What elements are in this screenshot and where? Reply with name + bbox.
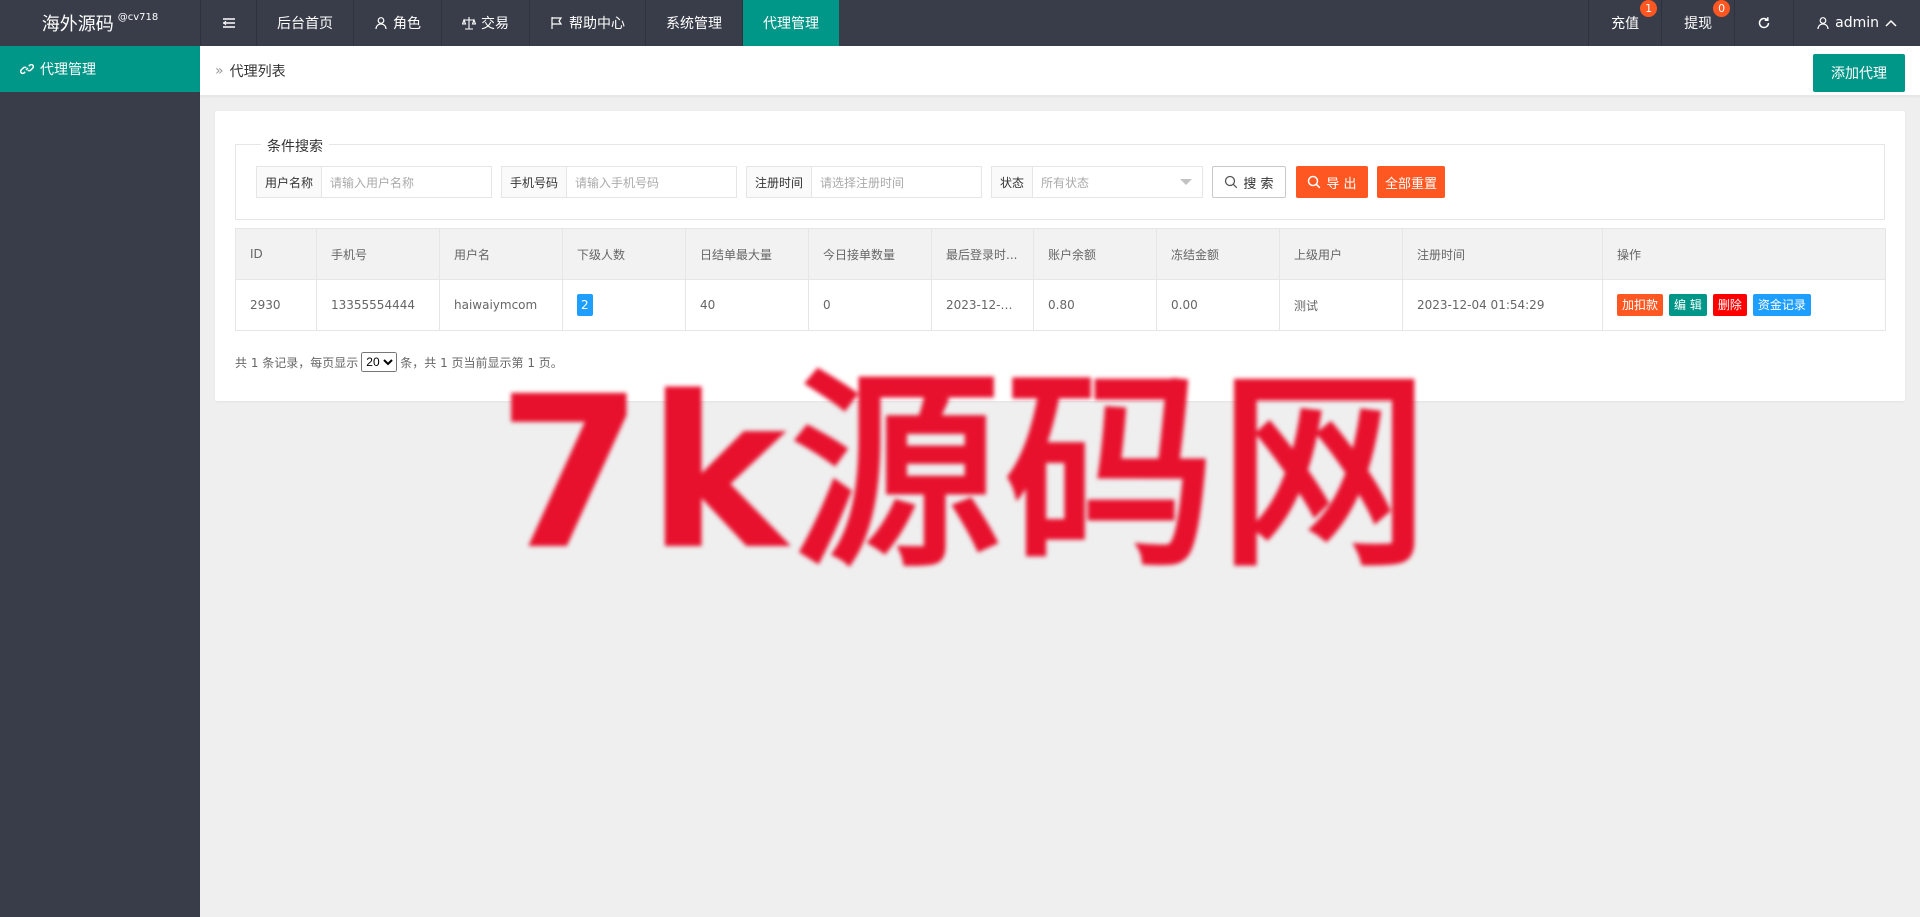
recharge-badge: 1 [1640,0,1658,17]
nav-home-label: 后台首页 [277,16,333,32]
username-field: 用户名称 请输入用户名称 [256,166,492,198]
nav-system-label: 系统管理 [666,16,722,32]
delete-button[interactable]: 删除 [1712,294,1747,316]
col-actions: 操作 [1602,228,1886,280]
user-name: admin [1835,15,1879,31]
user-icon [1816,16,1830,30]
cell-actions: 加扣款编 辑删除 资金记录 [1602,279,1886,331]
nav-trade-label: 交易 [481,16,509,32]
breadcrumb-separator: » [215,63,224,79]
link-icon [20,62,34,76]
chevron-down-icon [1180,179,1192,185]
status-label: 状态 [992,167,1034,197]
watermark: 7k源码网 [497,351,1433,596]
search-icon [1224,175,1238,189]
table-header-row: ID 手机号 用户名 下级人数 日结单最大量 今日接单数量 最后登录时... 账… [235,228,1886,280]
col-today-count: 今日接单数量 [808,228,932,280]
withdraw-label: 提现 [1684,16,1713,32]
cell-phone: 13355554444 [316,279,440,331]
nav-role[interactable]: 角色 [353,0,441,46]
breadcrumb-current[interactable]: 代理列表 [230,61,286,81]
top-header: 海外源码 @cv718 后台首页 角色 交易 帮助中心 系统管理 代理管理 充值… [0,0,1920,46]
pager-prefix: 共 1 条记录，每页显示 [235,355,359,370]
nav-system[interactable]: 系统管理 [645,0,742,46]
add-agent-button[interactable]: 添加代理 [1813,54,1905,92]
adjust-funds-button[interactable]: 加扣款 [1617,294,1664,316]
nav-role-label: 角色 [393,16,421,32]
refresh-icon [1757,16,1771,30]
search-icon [1307,175,1321,189]
phone-label: 手机号码 [502,167,568,197]
recharge-label: 充值 [1611,16,1640,32]
col-id: ID [235,228,317,280]
col-username: 用户名 [439,228,563,280]
nav-help[interactable]: 帮助中心 [529,0,645,46]
username-input[interactable]: 请输入用户名称 [322,167,491,197]
search-button-label: 搜 索 [1243,176,1274,192]
nav-agent-label: 代理管理 [763,16,819,32]
nav-help-label: 帮助中心 [569,16,625,32]
col-parent: 上级用户 [1279,228,1403,280]
regtime-input[interactable]: 请选择注册时间 [812,167,981,197]
status-select[interactable]: 所有状态 [1033,167,1180,197]
sidebar-item-agent[interactable]: 代理管理 [0,46,200,92]
sidebar-item-label: 代理管理 [40,62,96,78]
user-icon [374,16,388,30]
regtime-label: 注册时间 [747,167,813,197]
phone-input[interactable]: 请输入手机号码 [567,167,736,197]
status-field: 状态 所有状态 [991,166,1203,198]
funds-record-button[interactable]: 资金记录 [1752,294,1811,316]
withdraw-button[interactable]: 提现 0 [1661,0,1734,46]
search-fieldset: 条件搜索 用户名称 请输入用户名称 手机号码 请输入手机号码 注册时间 请选择注… [235,136,1885,220]
phone-field: 手机号码 请输入手机号码 [501,166,737,198]
nav-trade[interactable]: 交易 [441,0,529,46]
export-button[interactable]: 导 出 [1296,166,1368,198]
logo[interactable]: 海外源码 @cv718 [0,0,200,46]
edit-button[interactable]: 编 辑 [1669,294,1707,316]
breadcrumb: » 代理列表 [215,46,286,96]
breadcrumb-bar: » 代理列表 添加代理 [200,46,1920,96]
user-menu[interactable]: admin [1793,0,1920,46]
col-daily-max: 日结单最大量 [685,228,809,280]
chevron-up-icon [1884,16,1898,30]
regtime-field: 注册时间 请选择注册时间 [746,166,982,198]
right-nav: 充值 1 提现 0 admin [1588,0,1920,46]
top-nav: 后台首页 角色 交易 帮助中心 系统管理 代理管理 [200,0,839,46]
col-subordinates: 下级人数 [562,228,686,280]
page-size-select[interactable]: 20 [361,352,398,372]
nav-agent[interactable]: 代理管理 [742,0,839,46]
nav-home[interactable]: 后台首页 [256,0,353,46]
col-frozen: 冻结金额 [1156,228,1280,280]
search-button[interactable]: 搜 索 [1212,166,1286,198]
recharge-button[interactable]: 充值 1 [1588,0,1661,46]
col-balance: 账户余额 [1033,228,1157,280]
logo-text: 海外源码 [41,14,114,35]
col-phone: 手机号 [316,228,440,280]
scale-icon [462,16,476,30]
logo-sup: @cv718 [117,11,159,23]
menu-toggle-button[interactable] [200,0,256,46]
flag-icon [550,16,564,30]
cell-id: 2930 [235,279,317,331]
reset-button[interactable]: 全部重置 [1377,166,1445,198]
search-legend: 条件搜索 [261,136,329,156]
username-label: 用户名称 [257,167,323,197]
export-button-label: 导 出 [1326,176,1357,192]
refresh-button[interactable] [1734,0,1793,46]
withdraw-badge: 0 [1713,0,1731,17]
col-reg-time: 注册时间 [1402,228,1603,280]
col-last-login: 最后登录时... [931,228,1034,280]
menu-toggle-icon [222,16,236,30]
sidebar: 代理管理 [0,46,200,917]
